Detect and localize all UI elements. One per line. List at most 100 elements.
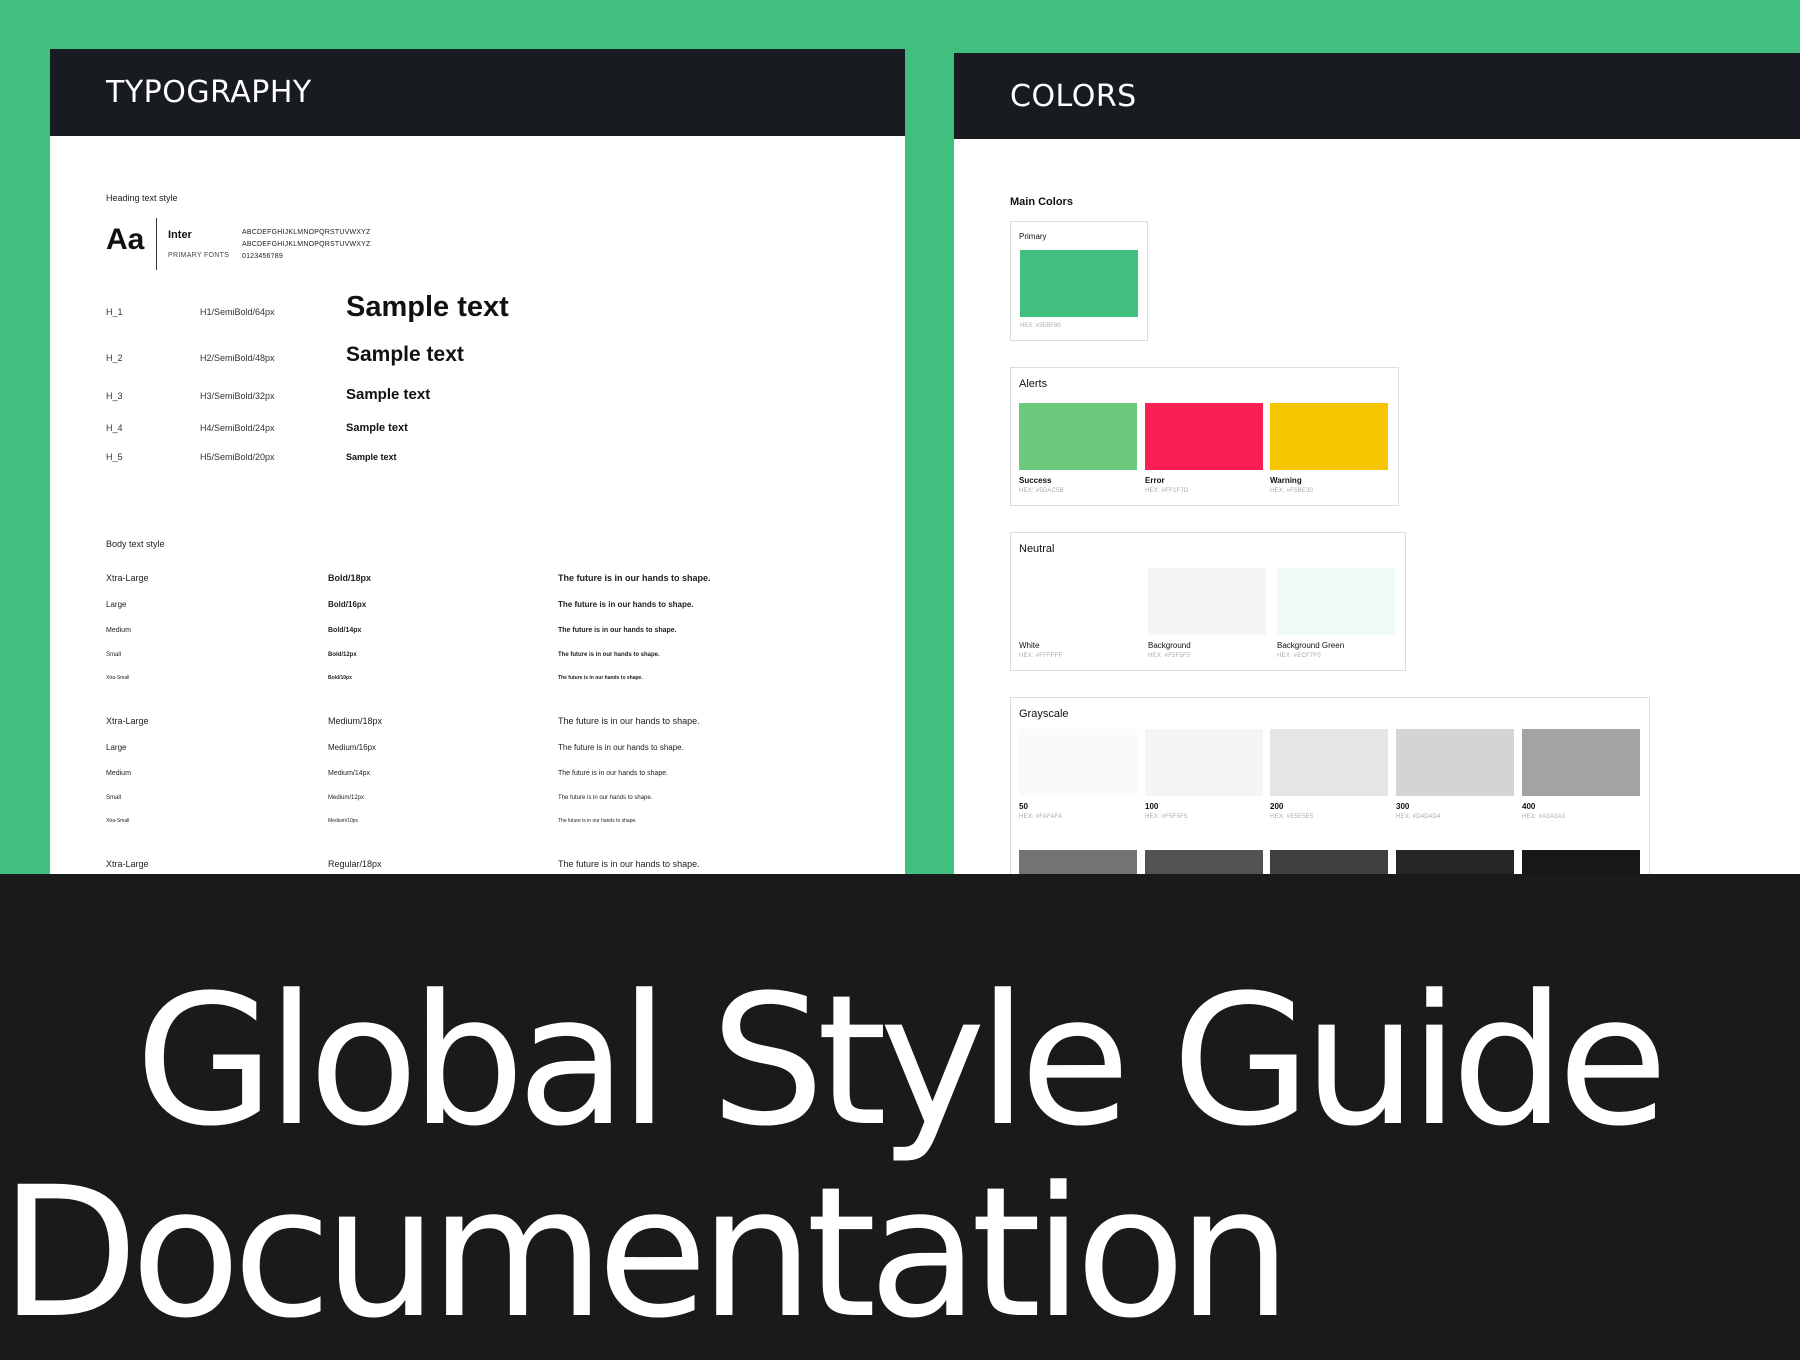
swatch-hex: HEX: #F5F5F5 [1148, 653, 1191, 659]
body-spec: Medium/12px [328, 795, 365, 801]
swatch-hex: HEX: #A3A3A3 [1522, 814, 1566, 820]
body-size: Medium [106, 770, 131, 777]
swatch-name: Background [1148, 641, 1191, 650]
body-sample: The future is in our hands to shape. [558, 770, 669, 777]
body-spec: Bold/18px [328, 573, 372, 583]
gray-swatch-200: 200 HEX: #E5E5E5 [1270, 729, 1388, 820]
swatch-hex: HEX: #ECF7F0 [1277, 653, 1321, 659]
body-size: Xtra-Small [106, 675, 130, 681]
body-size: Small [106, 795, 122, 801]
body-size: Small [106, 652, 122, 658]
body-size: Large [106, 743, 127, 752]
body-sample: The future is in our hands to shape. [558, 652, 660, 658]
gray-swatch-700 [1270, 850, 1388, 874]
font-sample-upper: ABCDEFGHIJKLMNOPQRSTUVWXYZ [242, 229, 371, 236]
gray-swatch-500 [1019, 850, 1137, 874]
typography-title: TYPOGRAPHY [106, 75, 312, 110]
neutral-title: Neutral [1019, 543, 1055, 555]
heading-sample: Sample text [346, 343, 464, 366]
heading-label: H_5 [106, 452, 123, 462]
body-spec: Bold/14px [328, 627, 362, 634]
body-size: Xtra-Large [106, 859, 149, 869]
swatch-name: 300 [1396, 802, 1410, 811]
body-spec: Medium/10px [328, 818, 359, 824]
colors-title: COLORS [1010, 78, 1137, 114]
swatch-color [1019, 568, 1137, 635]
body-sample: The future is in our hands to shape. [558, 818, 637, 824]
font-sample-upper-2: ABCDEFGHIJKLMNOPQRSTUVWXYZ [242, 241, 371, 248]
hero-title-band: Global Style Guide Documentation [0, 874, 1800, 1360]
typography-panel: TYPOGRAPHY Heading text style Aa Inter P… [50, 49, 905, 874]
swatch-color [1277, 568, 1395, 635]
swatch-hex: HEX: #FF1F7D [1145, 488, 1189, 494]
gray-swatch-800 [1396, 850, 1514, 874]
swatch-hex: HEX: #F5BE30 [1270, 488, 1314, 494]
gray-swatch-600 [1145, 850, 1263, 874]
alert-swatch-success: Success HEX: #5DAC5B [1019, 403, 1137, 494]
body-spec: Bold/10px [328, 675, 352, 681]
gray-swatch-50: 50 HEX: #FAFAFA [1019, 729, 1137, 820]
swatch-name: 50 [1019, 802, 1028, 811]
swatch-name: Success [1019, 476, 1052, 485]
alerts-title: Alerts [1019, 378, 1048, 390]
swatch-hex: HEX: #FFFFFF [1019, 653, 1063, 659]
swatch-name: 200 [1270, 802, 1284, 811]
swatch-color [1019, 403, 1137, 470]
heading-spec: H1/SemiBold/64px [200, 307, 275, 317]
swatch-color [1145, 729, 1263, 796]
body-spec: Medium/14px [328, 770, 371, 777]
body-sample: The future is in our hands to shape. [558, 573, 711, 583]
body-size: Medium [106, 627, 131, 634]
heading-spec: H5/SemiBold/20px [200, 452, 275, 462]
body-spec: Bold/12px [328, 652, 357, 658]
heading-label: H_4 [106, 423, 123, 433]
heading-spec: H3/SemiBold/32px [200, 391, 275, 401]
heading-sample: Sample text [346, 291, 509, 323]
primary-swatch [1020, 250, 1138, 317]
heading-spec: H4/SemiBold/24px [200, 423, 275, 433]
neutral-card: Neutral White HEX: #FFFFFF Background HE… [1010, 532, 1406, 671]
neutral-swatch-background: Background HEX: #F5F5F5 [1148, 568, 1266, 659]
swatch-color [1270, 729, 1388, 796]
colors-panel: COLORS Main Colors Primary HEX: #3EBF80 … [954, 53, 1800, 874]
swatch-color [1019, 729, 1137, 796]
swatch-color [1522, 729, 1640, 796]
swatch-color [1396, 729, 1514, 796]
swatch-color [1148, 568, 1266, 635]
swatch-name: Error [1145, 476, 1165, 485]
body-spec: Regular/18px [328, 859, 382, 869]
swatch-name: Warning [1270, 476, 1302, 485]
body-size: Xtra-Small [106, 818, 130, 824]
swatch-hex: HEX: #5DAC5B [1019, 488, 1064, 494]
swatch-name: White [1019, 641, 1040, 650]
primary-hex: HEX: #3EBF80 [1020, 323, 1061, 329]
hero-title-line-1: Global Style Guide [135, 957, 1668, 1166]
alert-swatch-error: Error HEX: #FF1F7D [1145, 403, 1263, 494]
neutral-swatch-white: White HEX: #FFFFFF [1019, 568, 1137, 659]
font-preview-aa: Aa [106, 223, 145, 256]
alerts-card: Alerts Success HEX: #5DAC5B Error HEX: #… [1010, 367, 1399, 506]
body-sample: The future is in our hands to shape. [558, 743, 684, 752]
heading-sample: Sample text [346, 452, 397, 462]
gray-swatch-400: 400 HEX: #A3A3A3 [1522, 729, 1640, 820]
body-sample: The future is in our hands to shape. [558, 795, 653, 801]
neutral-swatch-background-green: Background Green HEX: #ECF7F0 [1277, 568, 1395, 659]
gray-swatch-900 [1522, 850, 1640, 874]
body-size: Large [106, 600, 127, 609]
heading-spec: H2/SemiBold/48px [200, 353, 275, 363]
colors-header: COLORS [954, 53, 1800, 139]
swatch-name: 400 [1522, 802, 1536, 811]
heading-label: H_3 [106, 391, 123, 401]
swatch-color [1270, 403, 1388, 470]
main-colors-title: Main Colors [1010, 196, 1073, 208]
swatch-hex: HEX: #D4D4D4 [1396, 814, 1441, 820]
body-sample: The future is in our hands to shape. [558, 600, 694, 609]
alert-swatch-warning: Warning HEX: #F5BE30 [1270, 403, 1388, 494]
gray-swatch-100: 100 HEX: #F5F5F5 [1145, 729, 1263, 820]
font-name: Inter [168, 229, 192, 241]
swatch-hex: HEX: #E5E5E5 [1270, 814, 1314, 820]
primary-label: Primary [1019, 232, 1047, 241]
heading-label: H_1 [106, 307, 123, 317]
body-spec: Bold/16px [328, 600, 367, 609]
swatch-hex: HEX: #FAFAFA [1019, 814, 1063, 820]
